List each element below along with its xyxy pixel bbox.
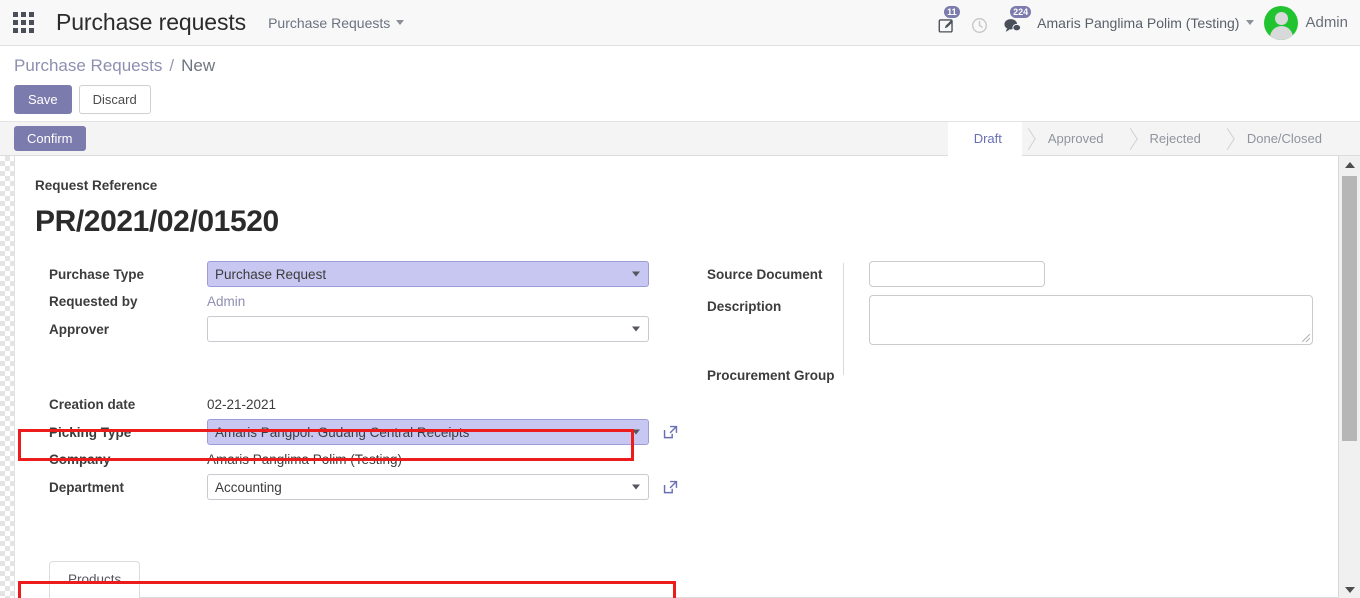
source-document-input[interactable] (869, 261, 1045, 287)
department-external-link-icon[interactable] (662, 479, 679, 496)
procurement-group-label: Procurement Group (707, 368, 835, 383)
chat-bubble-icon (1004, 18, 1022, 32)
control-panel: Purchase Requests / New Save Discard (0, 46, 1360, 121)
user-name: Admin (1305, 14, 1348, 31)
description-textarea[interactable] (869, 295, 1313, 345)
scroll-up-arrow[interactable] (1339, 156, 1360, 173)
chevron-down-icon (632, 271, 640, 277)
stage-label: Done/Closed (1246, 131, 1322, 146)
request-reference-label: Request Reference (35, 178, 158, 193)
approver-select[interactable] (207, 316, 649, 342)
scroll-down-arrow[interactable] (1339, 581, 1360, 598)
field-procurement-group: Procurement Group (707, 363, 1315, 388)
request-reference-value: PR/2021/02/01520 (35, 205, 279, 238)
status-bar: Confirm Draft Approved Rejected Done/Clo… (0, 121, 1360, 156)
confirm-button[interactable]: Confirm (14, 126, 86, 151)
field-description: Description (707, 295, 1315, 345)
notebook-tabs: Products (49, 561, 1338, 598)
field-department: Department Accounting (35, 474, 695, 500)
requested-by-label: Requested by (49, 294, 138, 309)
department-select[interactable]: Accounting (207, 474, 649, 500)
messages-badge: 224 (1009, 4, 1033, 19)
stage-rejected[interactable]: Rejected (1124, 122, 1221, 156)
stage-label: Rejected (1149, 131, 1201, 146)
field-picking-type: Picking Type Amaris Pangpol: Gudang Cent… (35, 419, 695, 445)
picking-type-external-link-icon[interactable] (662, 424, 679, 441)
form-column-left: Purchase Type Purchase Request Requested… (35, 261, 695, 502)
app-title: Purchase requests (56, 9, 247, 35)
department-value: Accounting (215, 479, 282, 495)
picking-type-value: Amaris Pangpol: Gudang Central Receipts (215, 424, 470, 440)
company-value: Amaris Panglima Polim (Testing) (207, 452, 403, 467)
stage-label: Approved (1047, 131, 1104, 146)
record-actions: Save Discard (14, 85, 1360, 114)
form-sheet: Request Reference PR/2021/02/01520 Purch… (14, 156, 1338, 598)
chevron-down-icon (1246, 20, 1255, 25)
form-column-right: Source Document Description Procurement … (695, 261, 1315, 502)
discard-button[interactable]: Discard (78, 85, 151, 114)
chevron-down-icon (632, 326, 640, 332)
nav-menu-label: Purchase Requests (268, 14, 391, 31)
field-company: Company Amaris Panglima Polim (Testing) (35, 447, 695, 472)
company-label: Company (49, 452, 111, 467)
creation-date-value: 02-21-2021 (207, 397, 277, 412)
creation-date-label: Creation date (49, 397, 136, 412)
navbar-right-group: 11 224 Amaris Panglima Polim (Testing) A… (930, 3, 1352, 43)
approver-label: Approver (49, 321, 110, 337)
breadcrumb: Purchase Requests / New (14, 56, 1360, 76)
clock-button[interactable] (963, 3, 996, 43)
breadcrumb-root[interactable]: Purchase Requests (14, 56, 162, 76)
page-background (0, 156, 14, 598)
vertical-scrollbar[interactable] (1338, 156, 1360, 598)
picking-type-select[interactable]: Amaris Pangpol: Gudang Central Receipts (207, 419, 649, 445)
clock-icon (972, 17, 988, 33)
field-creation-date: Creation date 02-21-2021 (35, 392, 695, 417)
department-label: Department (49, 479, 125, 495)
description-label: Description (707, 299, 782, 314)
scrollbar-thumb[interactable] (1342, 176, 1357, 441)
purchase-type-select[interactable]: Purchase Request (207, 261, 649, 287)
company-name: Amaris Panglima Polim (Testing) (1037, 14, 1240, 31)
form-content-area: Request Reference PR/2021/02/01520 Purch… (0, 156, 1360, 598)
chevron-down-icon (632, 429, 640, 435)
field-source-document: Source Document (707, 261, 1315, 287)
apps-grid-icon (12, 12, 34, 33)
status-stages: Draft Approved Rejected Done/Closed (947, 121, 1360, 156)
breadcrumb-separator: / (169, 56, 175, 75)
picking-type-label: Picking Type (49, 424, 132, 440)
stage-draft[interactable]: Draft (947, 121, 1022, 156)
messages-button[interactable]: 224 (996, 3, 1033, 43)
field-approver: Approver (35, 316, 695, 342)
stage-label: Draft (973, 131, 1002, 146)
chevron-down-icon (632, 484, 640, 490)
purchase-type-value: Purchase Request (215, 266, 327, 282)
form-columns: Purchase Type Purchase Request Requested… (35, 261, 1338, 502)
avatar (1264, 5, 1299, 40)
field-purchase-type: Purchase Type Purchase Request (35, 261, 695, 287)
apps-menu-button[interactable] (0, 0, 46, 45)
stage-approved[interactable]: Approved (1022, 122, 1124, 156)
activities-badge: 11 (943, 4, 961, 19)
save-button[interactable]: Save (14, 85, 72, 114)
nav-menu-purchase-requests[interactable]: Purchase Requests (268, 14, 405, 31)
company-switcher[interactable]: Amaris Panglima Polim (Testing) (1037, 14, 1255, 31)
field-requested-by: Requested by Admin (35, 289, 695, 314)
edit-square-icon (938, 18, 953, 33)
stage-done-closed[interactable]: Done/Closed (1221, 122, 1342, 156)
requested-by-value[interactable]: Admin (207, 294, 245, 309)
top-navbar: Purchase requests Purchase Requests 11 2… (0, 0, 1360, 46)
purchase-type-label: Purchase Type (49, 266, 145, 282)
tab-products[interactable]: Products (49, 561, 141, 598)
chevron-down-icon (396, 20, 405, 25)
user-menu-button[interactable]: Admin (1264, 5, 1348, 40)
source-document-label: Source Document (707, 266, 823, 282)
breadcrumb-current: New (181, 56, 216, 75)
activities-button[interactable]: 11 (930, 3, 963, 43)
